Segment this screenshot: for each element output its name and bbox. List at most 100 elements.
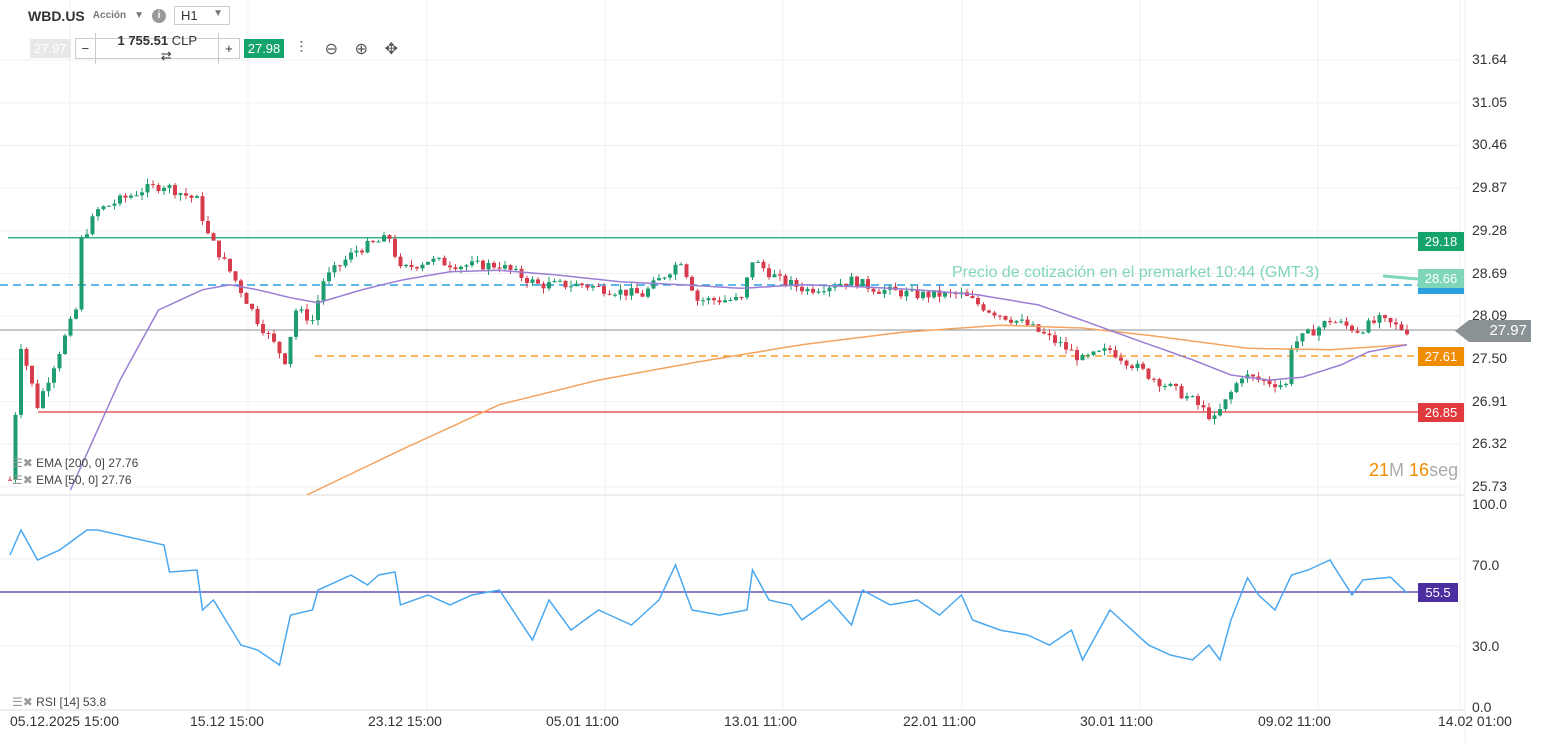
- candle-down: [915, 289, 920, 299]
- candle-up: [79, 237, 84, 310]
- move-icon[interactable]: ✥: [378, 39, 404, 59]
- candle-down: [453, 267, 458, 270]
- time-tick: 30.01 11:00: [1080, 713, 1153, 729]
- candle-down: [519, 268, 524, 279]
- candle-up: [195, 196, 199, 198]
- candle-up: [816, 291, 821, 293]
- ema50-line: [69, 269, 1408, 491]
- candle-down: [387, 235, 392, 239]
- candle-down: [1179, 386, 1184, 399]
- instrument-type: Acción: [92, 10, 127, 21]
- candle-down: [233, 271, 238, 281]
- info-icon[interactable]: i: [152, 8, 167, 23]
- candle-down: [778, 274, 782, 276]
- candle-down: [1383, 315, 1387, 318]
- candle-up: [574, 283, 579, 287]
- candle-up: [1163, 385, 1167, 387]
- candle-up: [57, 354, 62, 369]
- candle-down: [602, 286, 606, 294]
- candle-up: [310, 320, 315, 322]
- timeframe-select[interactable]: H1 ▼: [174, 6, 231, 25]
- candle-up: [382, 235, 386, 242]
- candle-up: [822, 291, 826, 293]
- legend-ema50-text: EMA [50, 0] 27.76: [36, 473, 132, 487]
- candle-down: [283, 353, 287, 365]
- candle-up: [530, 279, 535, 283]
- candle-up: [1102, 348, 1107, 351]
- candle-up: [1234, 383, 1239, 393]
- candle-down: [393, 238, 397, 257]
- candles-icon[interactable]: ⫶: [288, 40, 314, 58]
- countdown-sec-unit: seg: [1429, 460, 1459, 480]
- candle-down: [173, 185, 177, 196]
- candle-up: [1366, 320, 1371, 333]
- candle-down: [305, 309, 309, 321]
- candle-up: [112, 203, 117, 206]
- candle-up: [41, 391, 45, 409]
- swap-icon[interactable]: ⇄: [143, 48, 172, 63]
- candle-up: [140, 192, 144, 196]
- candle-up: [107, 205, 111, 207]
- candle-down: [800, 286, 804, 292]
- legend-ema50[interactable]: ☰✖ EMA [50, 0] 27.76: [12, 473, 132, 487]
- chart-canvas[interactable]: [0, 0, 1546, 743]
- candle-up: [734, 297, 738, 300]
- price-tick: 26.32: [1472, 435, 1508, 452]
- candle-down: [998, 315, 1002, 317]
- legend-rsi[interactable]: ☰✖ RSI [14] 53.8: [12, 695, 106, 709]
- time-tick: 23.12 15:00: [368, 713, 442, 729]
- candle-up: [613, 294, 617, 296]
- candle-up: [52, 368, 56, 383]
- candle-up: [316, 300, 320, 321]
- candle-up: [547, 282, 551, 289]
- sell-button[interactable]: 27.97: [30, 39, 71, 58]
- candle-down: [222, 257, 227, 259]
- candle-up: [657, 278, 661, 281]
- rsi-line: [9, 528, 1408, 667]
- buy-button[interactable]: 27.98: [243, 39, 285, 58]
- quantity-stepper[interactable]: − 1 755.51 CLP ⇄ +: [74, 33, 240, 64]
- candle-down: [563, 280, 568, 288]
- legend-ema200[interactable]: ☰✖ EMA [200, 0] 27.76: [12, 456, 138, 470]
- legend-ema200-text: EMA [200, 0] 27.76: [36, 456, 139, 470]
- candle-up: [178, 193, 183, 196]
- candle-up: [789, 280, 793, 285]
- candle-up: [1339, 321, 1343, 323]
- remove-icon[interactable]: ✖: [23, 473, 33, 487]
- symbol-name[interactable]: WBD.US: [28, 8, 85, 24]
- settings-icon[interactable]: ☰: [12, 456, 23, 470]
- settings-icon[interactable]: ☰: [12, 695, 23, 709]
- candle-up: [426, 261, 430, 265]
- candle-up: [1091, 351, 1096, 355]
- decrease-button[interactable]: −: [76, 41, 96, 56]
- remove-icon[interactable]: ✖: [23, 456, 33, 470]
- candle-down: [624, 289, 628, 296]
- candle-down: [767, 268, 771, 278]
- symbol-dropdown-icon[interactable]: ▼: [134, 10, 144, 21]
- increase-button[interactable]: +: [219, 41, 239, 56]
- candle-down: [189, 195, 194, 198]
- candle-down: [976, 297, 980, 305]
- candle-down: [398, 256, 403, 267]
- candle-up: [1185, 396, 1189, 399]
- candle-up: [420, 264, 425, 269]
- candle-up: [13, 414, 18, 480]
- candle-down: [266, 333, 271, 335]
- candle-up: [145, 184, 150, 193]
- candle-down: [1146, 368, 1151, 379]
- remove-icon[interactable]: ✖: [23, 695, 33, 709]
- candle-down: [525, 278, 529, 283]
- quantity-input[interactable]: 1 755.51 CLP ⇄: [95, 33, 220, 64]
- candle-up: [514, 268, 518, 270]
- countdown-min: 21: [1369, 460, 1390, 480]
- zoom-in-icon[interactable]: ⊕: [348, 39, 374, 59]
- candle-countdown: 21M 16seg: [1369, 460, 1458, 481]
- trade-bar: 27.97 − 1 755.51 CLP ⇄ + 27.98 ⫶ ⊖ ⊕ ✥: [30, 33, 404, 64]
- candle-down: [497, 267, 502, 269]
- candle-down: [899, 290, 903, 297]
- zoom-out-icon[interactable]: ⊖: [318, 39, 344, 59]
- settings-icon[interactable]: ☰: [12, 473, 23, 487]
- candle-down: [970, 295, 975, 298]
- price-tick: 31.05: [1472, 93, 1508, 110]
- candle-down: [30, 365, 34, 384]
